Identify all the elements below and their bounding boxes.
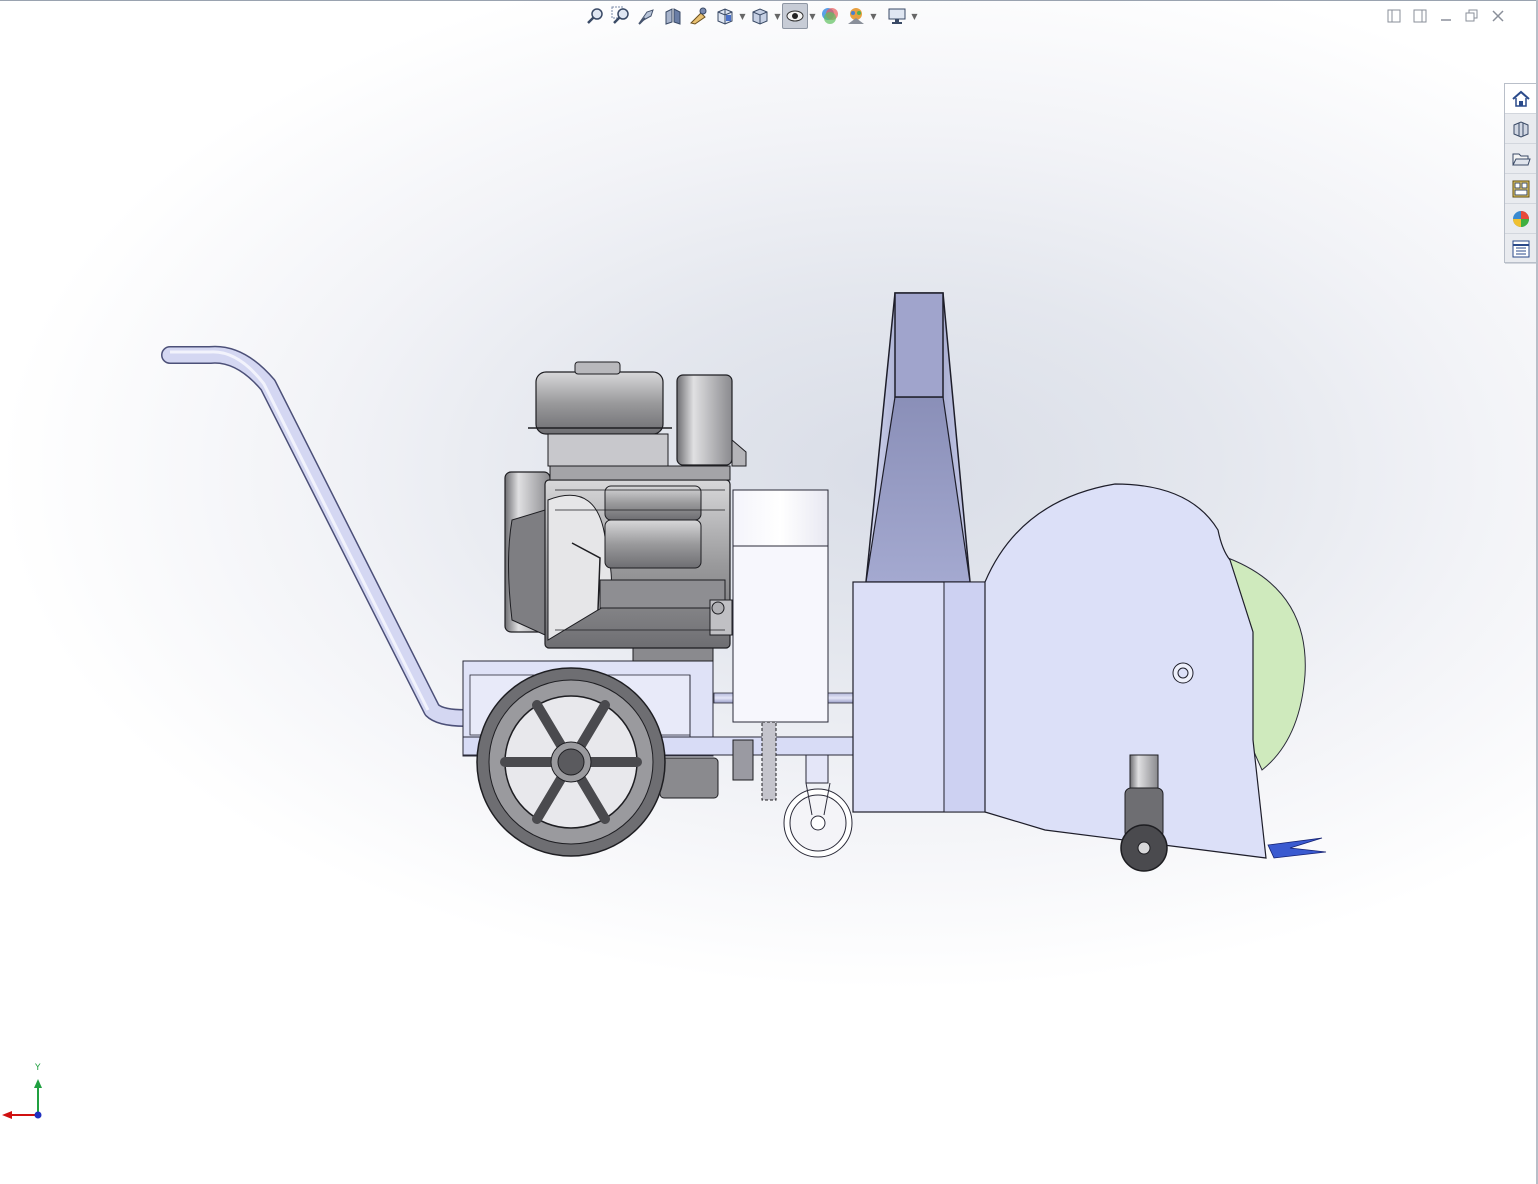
appearances-icon xyxy=(1512,210,1529,227)
orientation-triad xyxy=(2,1079,42,1119)
push-handle xyxy=(161,345,504,727)
y-axis-arrow xyxy=(34,1079,42,1088)
hide-show-items-dropdown[interactable]: ▼ xyxy=(808,3,817,29)
view-orientation-button[interactable] xyxy=(712,3,738,29)
view-orientation-dropdown[interactable]: ▼ xyxy=(738,3,747,29)
design-library-icon xyxy=(1513,120,1528,138)
minimize-button[interactable] xyxy=(1436,6,1456,26)
main-wheel xyxy=(476,667,666,857)
engine-sump xyxy=(659,757,719,799)
discharge-chute xyxy=(865,292,971,583)
view-orientation-icon xyxy=(717,8,733,25)
chevron-down-icon: ▼ xyxy=(774,11,781,21)
task-pane-view-palette-button[interactable] xyxy=(1505,174,1536,204)
view-settings-icon xyxy=(888,8,906,24)
cutting-blade xyxy=(1267,837,1327,859)
dynamic-annotation-button[interactable] xyxy=(686,3,712,29)
task-pane-file-explorer-button[interactable] xyxy=(1505,144,1536,174)
triad-y-label: Y xyxy=(35,1063,41,1073)
task-pane xyxy=(1504,83,1537,264)
zoom-to-area-button[interactable] xyxy=(608,3,634,29)
minimize-icon xyxy=(1441,19,1451,21)
heads-up-view-toolbar: ▼ ▼ ▼ ▼ ▼ xyxy=(582,3,919,29)
blower-housing xyxy=(852,581,986,813)
engine xyxy=(504,361,747,662)
previous-view-icon xyxy=(638,9,654,25)
zoom-to-fit-icon xyxy=(587,8,603,24)
task-pane-design-library-button[interactable] xyxy=(1505,114,1536,144)
chevron-down-icon: ▼ xyxy=(870,11,877,21)
file-explorer-icon xyxy=(1511,153,1531,165)
restore-icon xyxy=(1465,9,1478,22)
display-style-dropdown[interactable]: ▼ xyxy=(773,3,782,29)
window-controls xyxy=(1384,6,1508,26)
zoom-to-fit-button[interactable] xyxy=(582,3,608,29)
chevron-down-icon: ▼ xyxy=(809,11,816,21)
hide-show-items-icon xyxy=(786,10,804,22)
dynamic-annotation-icon xyxy=(690,7,707,25)
section-view-icon xyxy=(665,8,681,25)
custom-properties-icon xyxy=(1512,240,1529,257)
front-caster-wheel xyxy=(783,754,853,858)
chevron-down-icon: ▼ xyxy=(911,11,918,21)
previous-view-button[interactable] xyxy=(634,3,660,29)
task-pane-appearances-button[interactable] xyxy=(1505,204,1536,234)
model-viewport[interactable] xyxy=(0,30,1500,1070)
tile-right-button[interactable] xyxy=(1410,6,1430,26)
zoom-to-area-icon xyxy=(611,6,629,24)
x-axis-arrow xyxy=(2,1111,12,1119)
display-style-icon xyxy=(752,8,768,25)
close-icon xyxy=(1492,10,1504,22)
apply-scene-dropdown[interactable]: ▼ xyxy=(869,3,878,29)
origin-point xyxy=(34,1111,42,1119)
window-top-border xyxy=(0,0,1538,1)
restore-button[interactable] xyxy=(1462,6,1482,26)
task-pane-custom-properties-button[interactable] xyxy=(1505,234,1536,264)
section-view-button[interactable] xyxy=(660,3,686,29)
tile-right-icon xyxy=(1413,9,1427,23)
edit-appearance-icon xyxy=(822,8,838,24)
close-button[interactable] xyxy=(1488,6,1508,26)
tile-left-button[interactable] xyxy=(1384,6,1404,26)
chevron-down-icon: ▼ xyxy=(739,11,746,21)
hide-show-items-button[interactable] xyxy=(782,3,808,29)
display-style-button[interactable] xyxy=(747,3,773,29)
edit-appearance-button[interactable] xyxy=(817,3,843,29)
tile-left-icon xyxy=(1387,9,1401,23)
task-pane-home-button[interactable] xyxy=(1505,84,1536,114)
apply-scene-icon xyxy=(848,8,864,24)
view-settings-dropdown[interactable]: ▼ xyxy=(910,3,919,29)
view-palette-icon xyxy=(1512,180,1529,197)
home-icon xyxy=(1511,90,1530,107)
view-settings-button[interactable] xyxy=(884,3,910,29)
apply-scene-button[interactable] xyxy=(843,3,869,29)
